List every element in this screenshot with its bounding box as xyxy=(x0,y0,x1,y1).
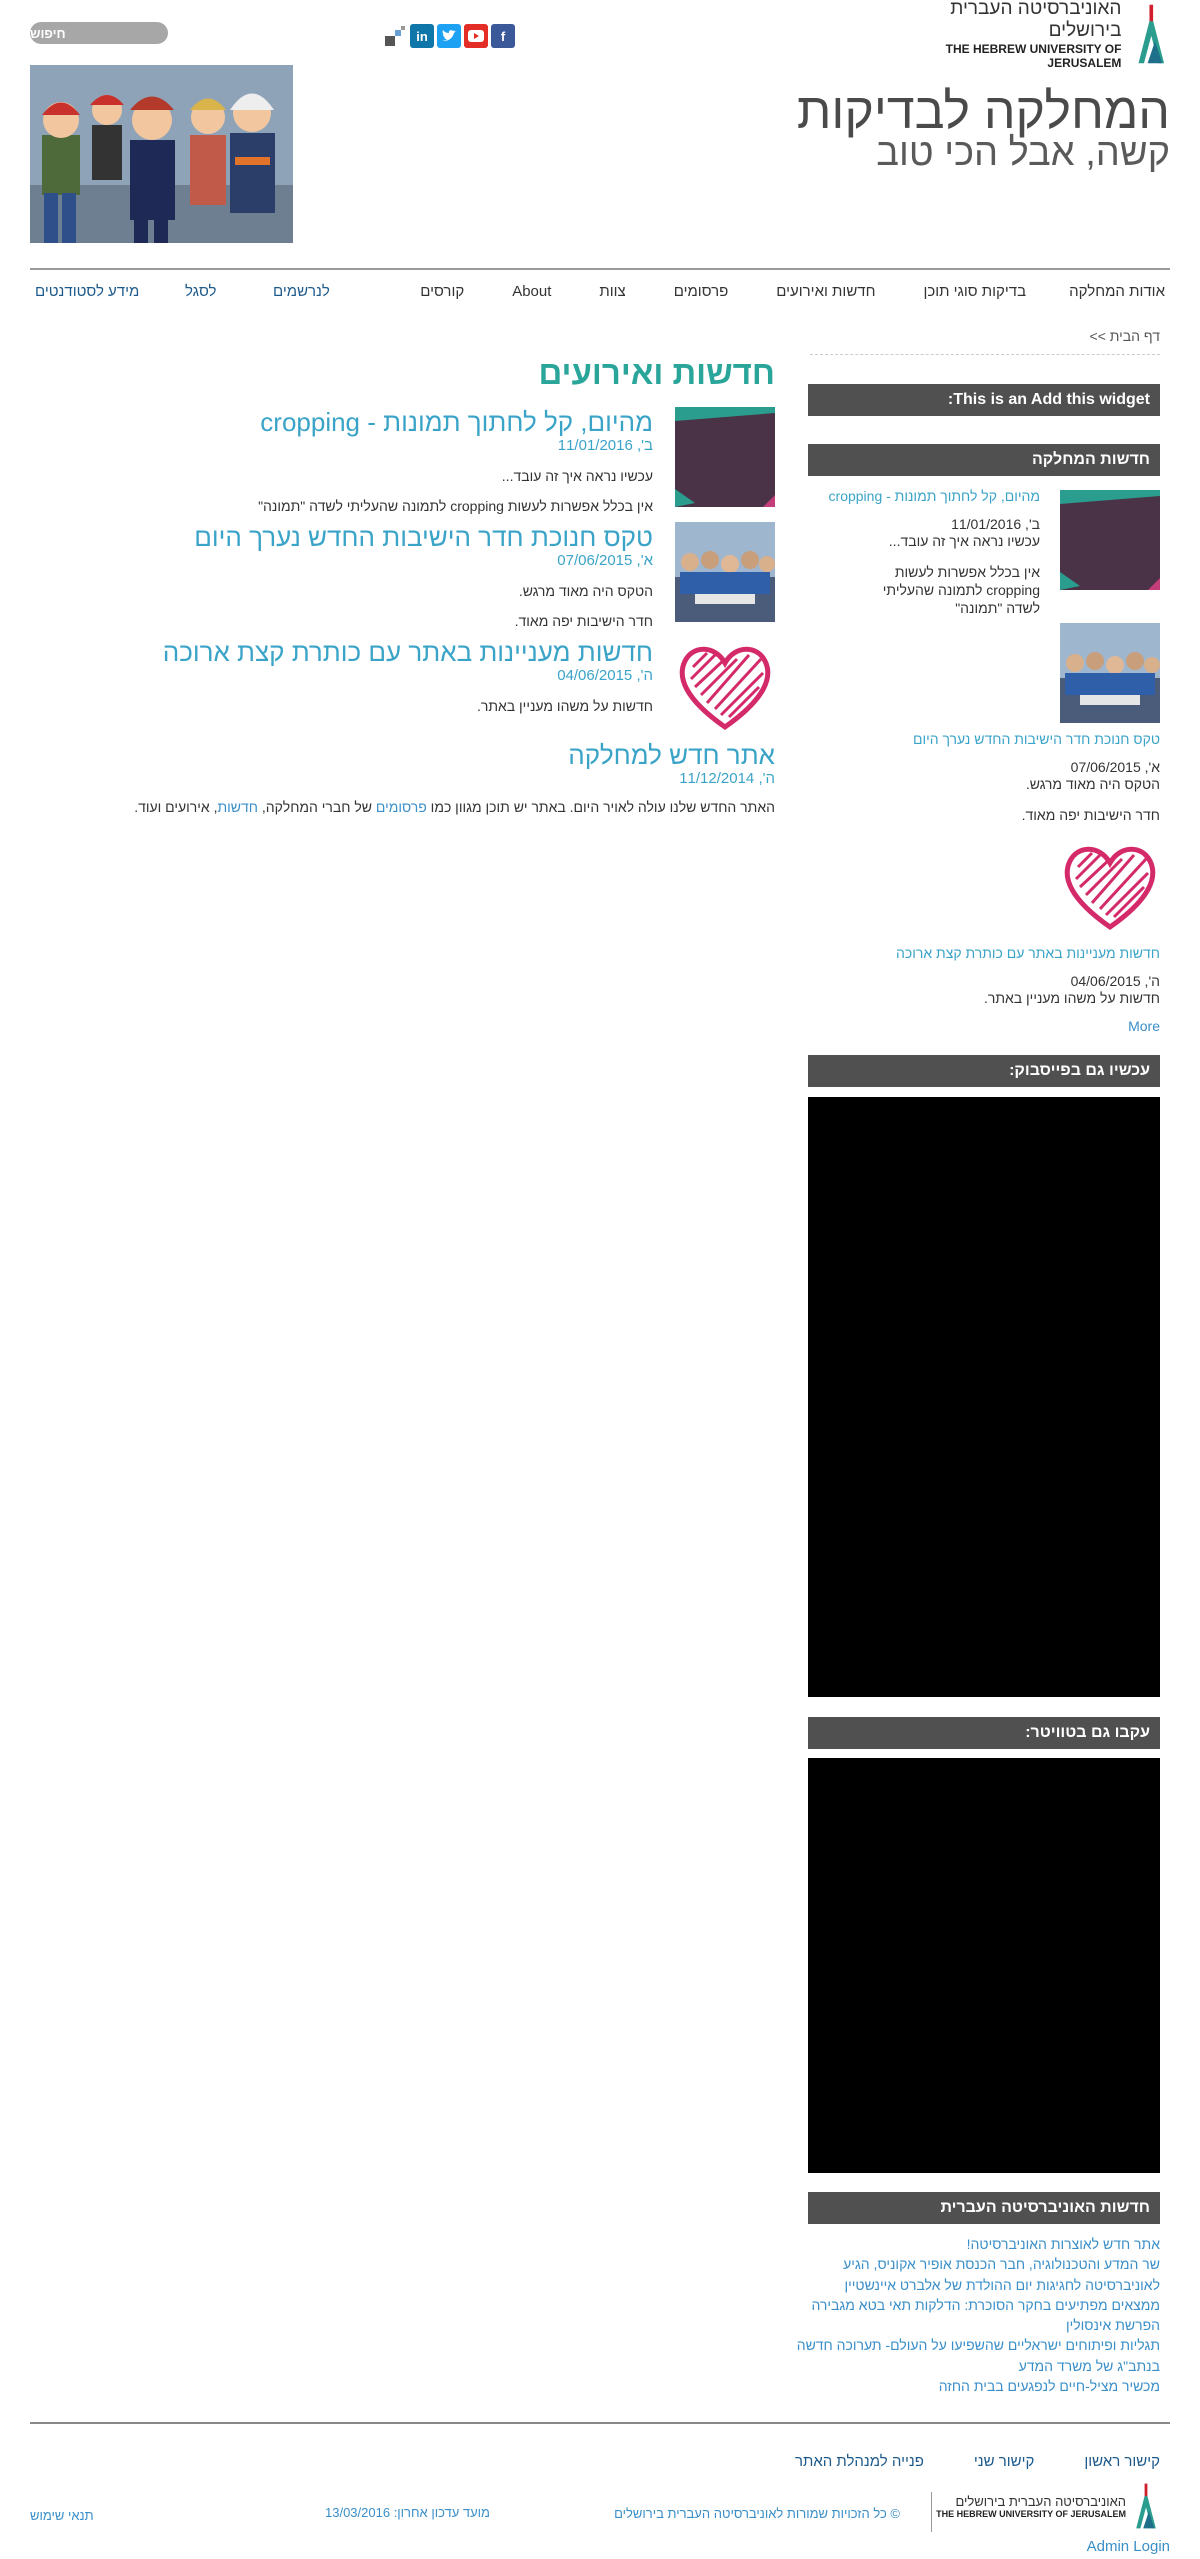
main-menu-item-publications[interactable]: פרסומים xyxy=(669,283,734,300)
university-news-link[interactable]: אתר חדש לאוצרות האוניברסיטה! xyxy=(808,2234,1160,2254)
main-menu-item-news-events[interactable]: חדשות ואירועים xyxy=(771,283,880,300)
breadcrumb[interactable]: דף הבית >> xyxy=(1090,328,1160,344)
search-button[interactable]: חיפוש xyxy=(30,22,168,44)
header-photo-toys xyxy=(30,65,293,243)
news-date: א', 07/06/2015 xyxy=(557,552,653,569)
news-text: אין בכלל אפשרות לעשות cropping לתמונה שה… xyxy=(258,498,653,514)
social-links: in f xyxy=(383,24,515,48)
copyright-notice: © כל הזכויות שמורות לאוניברסיטה העברית ב… xyxy=(614,2506,900,2521)
news-title[interactable]: מהיום, קל לחתוך תמונות - cropping xyxy=(133,407,653,437)
dept-news-header: חדשות המחלקה xyxy=(808,444,1160,476)
secondary-menu-item-registrants[interactable]: לנרשמים xyxy=(273,283,353,300)
news-item: חדשות מעניינות באתר עם כותרת קצת ארוכה ה… xyxy=(155,637,775,747)
last-updated: מועד עדכון אחרון: 13/03/2016 xyxy=(325,2505,490,2520)
news-date: ה', 04/06/2015 xyxy=(557,667,653,684)
main-menu: אודות המחלקה בדיקות סוגי תוכן חדשות ואיר… xyxy=(377,283,1170,300)
twitter-widget-header: עקבו גם בטוויטר: xyxy=(808,1717,1160,1749)
breadcrumb-divider xyxy=(810,354,1160,355)
news-thumbnail[interactable] xyxy=(675,407,775,507)
terms-of-use-link[interactable]: תנאי שימוש xyxy=(30,2508,94,2523)
footer-separator xyxy=(931,2492,932,2532)
site-slogan: קשה, אבל הכי טוב xyxy=(876,132,1170,174)
dept-news-date: ב', 11/01/2016 xyxy=(951,516,1040,532)
footer-university-logo[interactable]: האוניברסיטה העברית בירושלים THE HEBREW U… xyxy=(936,2483,1160,2529)
university-news-link[interactable]: הפרשת אינסולין xyxy=(808,2315,1160,2335)
news-thumbnail[interactable] xyxy=(675,637,775,737)
secondary-menu-item-students[interactable]: מידע לסטודנטים xyxy=(35,283,139,300)
university-logo[interactable]: האוניברסיטה העברית בירושלים THE HEBREW U… xyxy=(890,0,1170,70)
main-menu-item-about-en[interactable]: About xyxy=(507,283,556,300)
footer-link-contact-admin[interactable]: פנייה למנהלת האתר xyxy=(795,2453,924,2470)
news-title[interactable]: חדשות מעניינות באתר עם כותרת קצת ארוכה xyxy=(133,637,653,667)
dept-news-title[interactable]: מהיום, קל לחתוך תמונות - cropping xyxy=(829,488,1040,504)
facebook-icon[interactable]: f xyxy=(491,24,515,48)
news-title[interactable]: אתר חדש למחלקה xyxy=(75,740,775,770)
footer-link-second[interactable]: קישור שני xyxy=(974,2453,1034,2470)
university-name-en: THE HEBREW UNIVERSITY OF JERUSALEM xyxy=(945,42,1122,70)
twitter-feed-embed[interactable] xyxy=(808,1758,1160,2173)
news-text: הטקס היה מאוד מרגש. xyxy=(518,583,653,599)
facebook-widget-header: עכשיו גם בפייסבוק: xyxy=(808,1055,1160,1087)
youtube-icon[interactable] xyxy=(464,24,488,48)
news-date: ב', 11/01/2016 xyxy=(557,437,653,454)
university-news-link[interactable]: בנתב"ג של משרד המדע xyxy=(808,2356,1160,2376)
university-news-link[interactable]: שר המדע והטכנולוגיה, חבר הכנסת אופיר אקו… xyxy=(808,2254,1160,2274)
dept-news-text: אין בכלל אפשרות לעשות cropping לתמונה שה… xyxy=(882,564,1040,616)
main-menu-item-content-types[interactable]: בדיקות סוגי תוכן xyxy=(918,283,1031,300)
university-news-link[interactable]: תגליות ופיתוחים ישראליים שהשפיעו על העול… xyxy=(797,2335,1160,2355)
page-title: חדשות ואירועים xyxy=(538,354,775,391)
main-menu-item-staff[interactable]: צוות xyxy=(594,283,630,300)
university-news-link[interactable]: מכשיר מציל-חיים לנפגעים בבית החזה xyxy=(808,2376,1160,2396)
header-divider xyxy=(30,268,1170,270)
dept-news-text: הטקס היה מאוד מרגש. xyxy=(1025,776,1160,792)
news-thumbnail[interactable] xyxy=(675,522,775,622)
news-text: חדר הישיבות יפה מאוד. xyxy=(514,613,653,629)
dept-news-thumbnail[interactable] xyxy=(1060,623,1160,723)
university-emblem-icon xyxy=(1138,4,1165,64)
news-item: אתר חדש למחלקה ה', 11/12/2014 האתר החדש … xyxy=(75,740,775,820)
footer-link-first[interactable]: קישור ראשון xyxy=(1084,2453,1160,2470)
dept-news-date: א', 07/06/2015 xyxy=(1070,759,1160,775)
university-emblem-icon xyxy=(1136,2483,1156,2529)
news-item: טקס חנוכת חדר הישיבות החדש נערך היום א',… xyxy=(155,522,775,632)
footer-divider xyxy=(30,2422,1170,2424)
university-news-link[interactable]: ממצאים מפתיעים בחקר הסוכרת: הדלקות תאי ב… xyxy=(808,2295,1160,2315)
university-news-list: אתר חדש לאוצרות האוניברסיטה! שר המדע והט… xyxy=(797,2234,1160,2396)
footer-links: קישור ראשון קישור שני פנייה למנהלת האתר xyxy=(745,2453,1160,2470)
dept-news-text: עכשיו נראה איך זה עובד... xyxy=(888,533,1040,549)
dept-news-thumbnail[interactable] xyxy=(1060,490,1160,590)
dept-news-thumbnail[interactable] xyxy=(1060,837,1160,937)
dept-news-title[interactable]: חדשות מעניינות באתר עם כותרת קצת ארוכה xyxy=(896,945,1160,961)
secondary-menu-item-staff[interactable]: לסגל xyxy=(185,283,245,300)
dept-news-text: חדשות על משהו מעניין באתר. xyxy=(983,990,1160,1006)
dept-news-text: חדר הישיבות יפה מאוד. xyxy=(1021,807,1160,823)
university-news-header: חדשות האוניברסיטה העברית xyxy=(808,2192,1160,2224)
news-title[interactable]: טקס חנוכת חדר הישיבות החדש נערך היום xyxy=(133,522,653,552)
news-item: מהיום, קל לחתוך תמונות - cropping ב', 11… xyxy=(155,407,775,517)
main-menu-item-about-dept[interactable]: אודות המחלקה xyxy=(1064,283,1170,300)
facebook-feed-embed[interactable] xyxy=(808,1097,1160,1697)
addthis-widget-header: This is an Add this widget: xyxy=(808,384,1160,416)
twitter-icon[interactable] xyxy=(437,24,461,48)
dept-news-title[interactable]: טקס חנוכת חדר הישיבות החדש נערך היום xyxy=(913,731,1160,747)
more-link[interactable]: More xyxy=(1128,1017,1160,1035)
linkedin-icon[interactable]: in xyxy=(410,24,434,48)
main-menu-item-courses[interactable]: קורסים xyxy=(415,283,469,300)
news-text: עכשיו נראה איך זה עובד... xyxy=(501,468,653,484)
dept-news-date: ה', 04/06/2015 xyxy=(1070,973,1160,989)
news-text: האתר החדש שלנו עולה לאויר היום. באתר יש … xyxy=(134,799,775,815)
footer-university-name-he: האוניברסיטה העברית בירושלים xyxy=(955,2493,1126,2509)
news-text: חדשות על משהו מעניין באתר. xyxy=(476,698,653,714)
admin-login-link[interactable]: Admin Login xyxy=(1087,2538,1170,2555)
publications-link[interactable]: פרסומים xyxy=(376,799,427,815)
addthis-icon[interactable] xyxy=(383,24,407,48)
university-name-he: האוניברסיטה העברית בירושלים xyxy=(950,0,1122,41)
news-link[interactable]: חדשות xyxy=(217,799,258,815)
news-date: ה', 11/12/2014 xyxy=(679,770,775,787)
footer-university-name-en: THE HEBREW UNIVERSITY OF JERUSALEM xyxy=(936,2508,1126,2519)
university-news-link[interactable]: לאוניברסיטה לחגיגות יום ההולדת של אלברט … xyxy=(808,2275,1160,2295)
